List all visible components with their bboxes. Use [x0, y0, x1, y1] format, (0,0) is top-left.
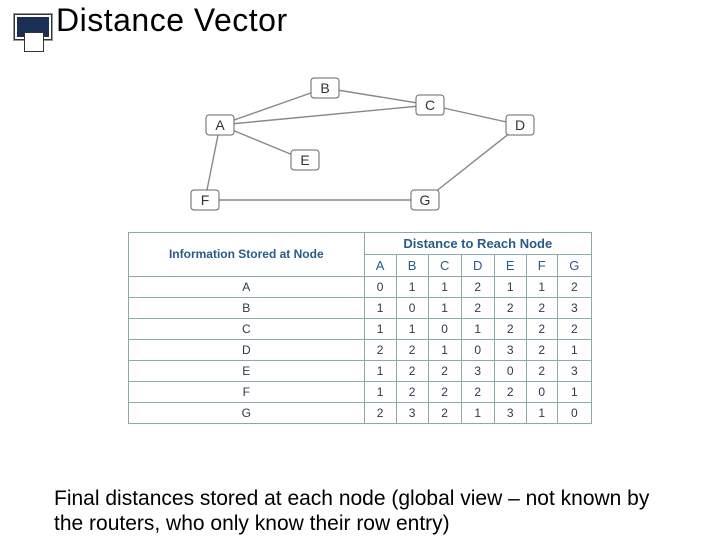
cell: 1: [364, 319, 396, 340]
cell: 1: [428, 277, 461, 298]
cell: 1: [428, 298, 461, 319]
cell: 0: [526, 382, 557, 403]
cell: 3: [396, 403, 428, 424]
cell: 0: [396, 298, 428, 319]
slide-bullet-dot: [24, 32, 44, 52]
col-header: D: [461, 255, 494, 277]
cell: 2: [526, 298, 557, 319]
cell: 2: [428, 361, 461, 382]
cell: 2: [494, 382, 526, 403]
cell: 2: [526, 361, 557, 382]
cell: 1: [396, 277, 428, 298]
slide-title: Distance Vector: [56, 2, 288, 39]
cell: 2: [364, 403, 396, 424]
cell: 2: [557, 319, 591, 340]
row-header: A: [129, 277, 365, 298]
node-label-A: A: [215, 117, 225, 133]
cell: 1: [396, 319, 428, 340]
node-label-B: B: [320, 80, 329, 96]
cell: 3: [494, 340, 526, 361]
cell: 3: [461, 361, 494, 382]
row-header: F: [129, 382, 365, 403]
cell: 2: [494, 298, 526, 319]
col-header: A: [364, 255, 396, 277]
cell: 3: [494, 403, 526, 424]
cell: 2: [494, 319, 526, 340]
cell: 0: [494, 361, 526, 382]
edge-A-C: [220, 105, 430, 125]
table-row: C1101222: [129, 319, 592, 340]
cell: 3: [557, 361, 591, 382]
cell: 2: [396, 382, 428, 403]
cell: 2: [428, 382, 461, 403]
cell: 2: [526, 319, 557, 340]
cell: 1: [428, 340, 461, 361]
cell: 0: [428, 319, 461, 340]
cell: 1: [557, 340, 591, 361]
cell: 2: [396, 361, 428, 382]
edge-B-C: [325, 88, 430, 105]
row-header: D: [129, 340, 365, 361]
node-label-C: C: [425, 97, 435, 113]
node-label-F: F: [201, 192, 210, 208]
row-header: C: [129, 319, 365, 340]
col-header: E: [494, 255, 526, 277]
cell: 2: [526, 340, 557, 361]
col-header: G: [557, 255, 591, 277]
table-row: D2210321: [129, 340, 592, 361]
col-header: F: [526, 255, 557, 277]
cell: 1: [364, 298, 396, 319]
cell: 2: [364, 340, 396, 361]
cell: 3: [557, 298, 591, 319]
info-header: Information Stored at Node: [129, 233, 365, 277]
table-row: A0112112: [129, 277, 592, 298]
distance-table: Information Stored at Node Distance to R…: [128, 232, 592, 424]
edge-A-F: [205, 125, 220, 200]
cell: 1: [461, 403, 494, 424]
cell: 0: [461, 340, 494, 361]
cell: 2: [428, 403, 461, 424]
cell: 2: [557, 277, 591, 298]
cell: 1: [461, 319, 494, 340]
cell: 1: [557, 382, 591, 403]
slide-caption: Final distances stored at each node (glo…: [54, 486, 674, 536]
table-row: G2321310: [129, 403, 592, 424]
row-header: G: [129, 403, 365, 424]
cell: 1: [364, 361, 396, 382]
row-header: B: [129, 298, 365, 319]
node-label-D: D: [515, 117, 525, 133]
node-label-E: E: [300, 152, 309, 168]
cell: 0: [364, 277, 396, 298]
table-row: F1222201: [129, 382, 592, 403]
cell: 1: [364, 382, 396, 403]
cell: 2: [396, 340, 428, 361]
node-label-G: G: [420, 192, 431, 208]
cell: 2: [461, 298, 494, 319]
col-header: C: [428, 255, 461, 277]
cell: 1: [526, 403, 557, 424]
cell: 1: [494, 277, 526, 298]
cell: 2: [461, 382, 494, 403]
cell: 2: [461, 277, 494, 298]
table-row: B1012223: [129, 298, 592, 319]
dist-header: Distance to Reach Node: [364, 233, 591, 255]
network-graph: A B C D E F G: [150, 70, 570, 220]
cell: 1: [526, 277, 557, 298]
col-header: B: [396, 255, 428, 277]
edge-D-G: [425, 125, 520, 200]
cell: 0: [557, 403, 591, 424]
table-row: E1223023: [129, 361, 592, 382]
row-header: E: [129, 361, 365, 382]
